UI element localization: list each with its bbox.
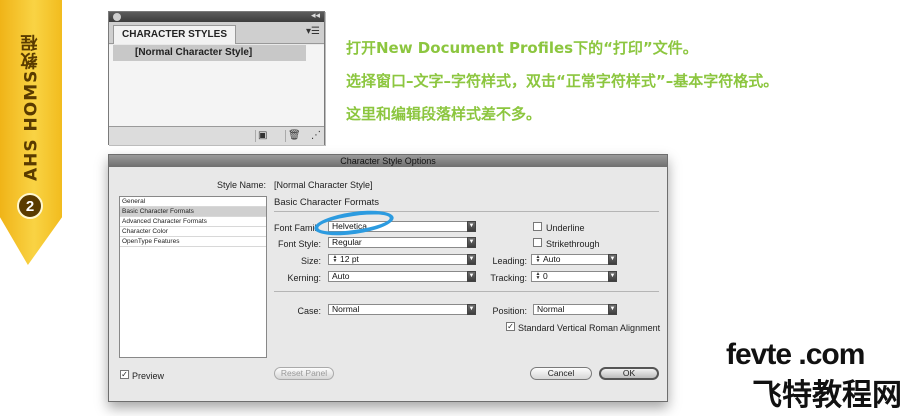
- position-value: Normal: [537, 304, 565, 314]
- panel-bottom-bar: ▣ 🗑 ⋰: [109, 126, 324, 145]
- nav-item-general[interactable]: General: [120, 197, 266, 207]
- stepper-icon[interactable]: ▲ ▼: [332, 255, 338, 264]
- watermark-site-name: 飞特教程网: [752, 378, 902, 413]
- dialog-title: Character Style Options: [109, 155, 667, 167]
- panel-menu-icon[interactable]: ▾☰: [306, 26, 320, 37]
- case-value: Normal: [332, 304, 360, 314]
- chevron-down-icon[interactable]: ▼: [608, 304, 617, 315]
- chevron-down-icon[interactable]: ▼: [467, 271, 476, 282]
- character-style-options-dialog: Character Style Options Style Name: [Nor…: [108, 154, 668, 402]
- tracking-label: Tracking:: [490, 273, 527, 283]
- side-tab-label: AHS HOMS教程: [21, 33, 42, 181]
- nav-item-character-color[interactable]: Character Color: [120, 227, 266, 237]
- kerning-label: Kerning:: [287, 273, 321, 283]
- preview-checkbox[interactable]: ✓: [120, 370, 129, 379]
- chevron-down-icon[interactable]: ▼: [608, 254, 617, 265]
- font-style-label: Font Style:: [277, 239, 321, 249]
- double-chevron-icon[interactable]: ◂◂: [311, 10, 320, 21]
- instruction-line-1: 打开New Document Profiles下的“打印”文件。: [346, 39, 698, 57]
- style-list: [Normal Character Style]: [109, 45, 324, 126]
- kerning-value: Auto: [332, 271, 350, 281]
- options-divider: [274, 291, 659, 292]
- font-family-label: Font Famil: [274, 223, 317, 233]
- font-style-select[interactable]: Regular ▼: [328, 237, 476, 248]
- nav-item-advanced-character-formats[interactable]: Advanced Character Formats: [120, 217, 266, 227]
- nav-item-opentype-features[interactable]: OpenType Features: [120, 237, 266, 247]
- position-label: Position:: [492, 306, 527, 316]
- underline-checkbox[interactable]: [533, 222, 542, 231]
- watermark-url: fevte .com: [726, 338, 865, 371]
- reset-panel-button[interactable]: Reset Panel: [274, 367, 334, 380]
- size-field[interactable]: ▲ ▼ 12 pt ▼: [328, 254, 476, 265]
- section-divider: [274, 211, 659, 212]
- position-select[interactable]: Normal ▼: [533, 304, 617, 315]
- list-item-normal-character-style[interactable]: [Normal Character Style]: [113, 45, 306, 61]
- font-style-value: Regular: [332, 237, 362, 247]
- size-value: 12 pt: [340, 254, 359, 264]
- cancel-button[interactable]: Cancel: [530, 367, 592, 380]
- stepper-icon[interactable]: ▲ ▼: [535, 272, 541, 281]
- tab-character-styles[interactable]: CHARACTER STYLES: [113, 25, 237, 44]
- chevron-down-icon[interactable]: ▼: [467, 221, 476, 232]
- svra-label: Standard Vertical Roman Alignment: [518, 323, 661, 333]
- nav-item-basic-character-formats[interactable]: Basic Character Formats: [120, 207, 266, 217]
- chevron-down-icon[interactable]: ▼: [608, 271, 617, 282]
- chevron-down-icon[interactable]: ▼: [467, 237, 476, 248]
- chevron-down-icon[interactable]: ▼: [467, 254, 476, 265]
- case-label: Case:: [297, 306, 321, 316]
- chevron-down-icon[interactable]: ▼: [467, 304, 476, 315]
- leading-label: Leading:: [492, 256, 527, 266]
- new-style-icon[interactable]: ▣: [255, 130, 267, 142]
- tracking-field[interactable]: ▲ ▼ 0 ▼: [531, 271, 617, 282]
- leading-field[interactable]: ▲ ▼ Auto ▼: [531, 254, 617, 265]
- options-nav-list: General Basic Character Formats Advanced…: [119, 196, 267, 358]
- underline-label: Underline: [546, 223, 585, 233]
- stepper-icon[interactable]: ▲ ▼: [535, 255, 541, 264]
- style-name-label: Style Name:: [216, 180, 266, 190]
- instruction-line-3: 这里和编辑段落样式差不多。: [346, 105, 542, 123]
- instruction-line-2: 选择窗口–文字–字符样式，双击“正常字符样式”–基本字符格式。: [346, 72, 779, 90]
- preview-label: Preview: [132, 371, 165, 381]
- case-select[interactable]: Normal ▼: [328, 304, 476, 315]
- svra-checkbox[interactable]: ✓: [506, 322, 515, 331]
- strikethrough-label: Strikethrough: [546, 239, 600, 249]
- trash-icon[interactable]: 🗑: [285, 130, 301, 142]
- close-icon[interactable]: [113, 13, 121, 21]
- panel-titlebar: ◂◂: [109, 10, 324, 22]
- kerning-field[interactable]: Auto ▼: [328, 271, 476, 282]
- strikethrough-checkbox[interactable]: [533, 238, 542, 247]
- character-styles-panel: ◂◂ CHARACTER STYLES ▾☰ [Normal Character…: [108, 10, 325, 145]
- panel-tab-row: CHARACTER STYLES ▾☰: [109, 22, 324, 44]
- tracking-value: 0: [543, 271, 548, 281]
- style-name-value: [Normal Character Style]: [274, 180, 373, 190]
- resize-grip-icon[interactable]: ⋰: [309, 130, 321, 142]
- step-number-badge: 2: [17, 193, 43, 219]
- size-label: Size:: [300, 256, 321, 266]
- leading-value: Auto: [543, 254, 561, 264]
- section-title: Basic Character Formats: [274, 197, 380, 208]
- ok-button[interactable]: OK: [599, 367, 659, 380]
